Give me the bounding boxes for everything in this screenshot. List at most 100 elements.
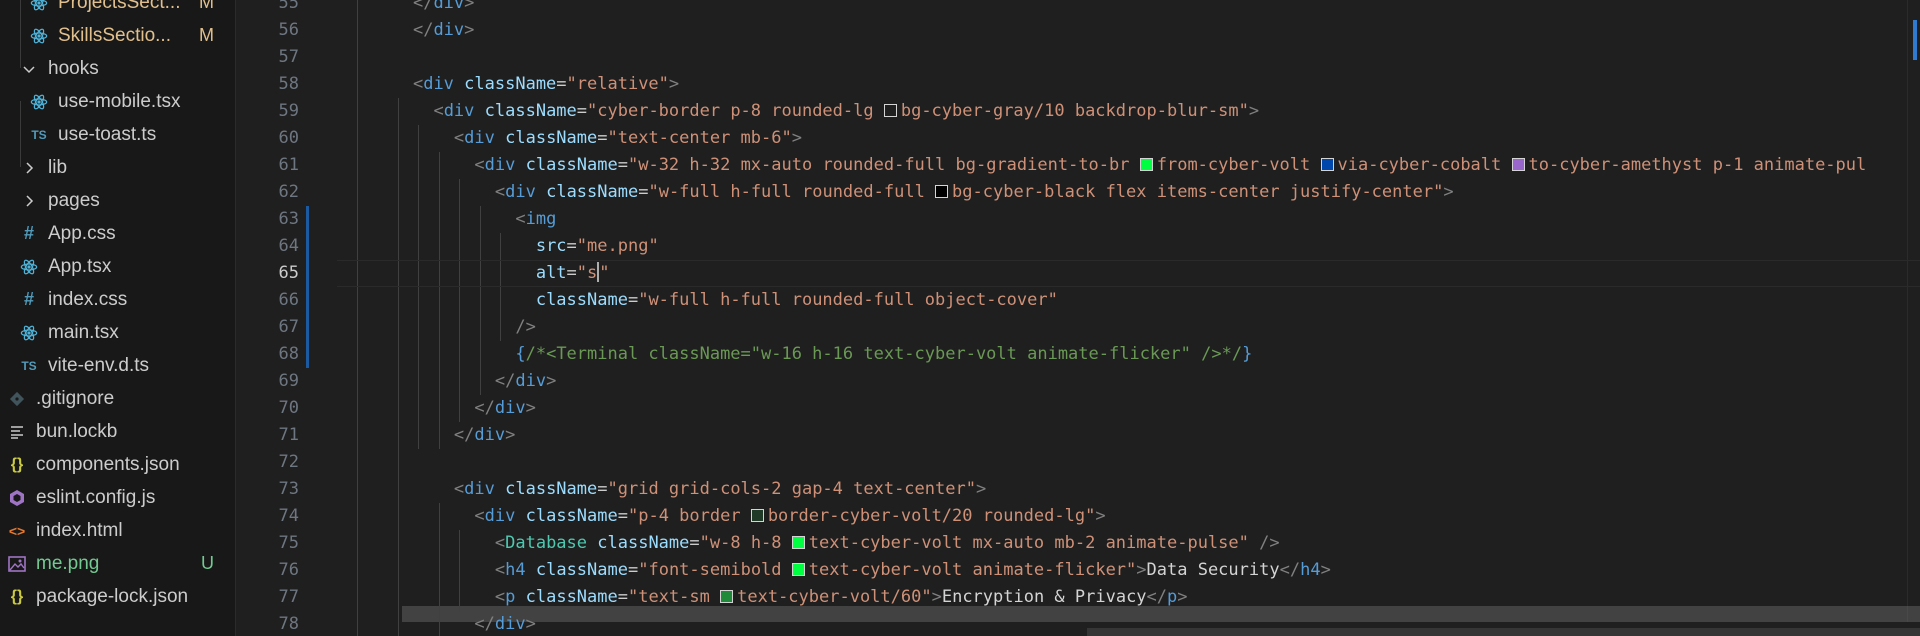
code-line[interactable]: className="w-full h-full rounded-full ob… — [536, 287, 1058, 314]
code-token: > — [975, 479, 987, 499]
chevron-right-icon — [20, 192, 38, 210]
code-line[interactable]: alt="s " — [536, 260, 610, 287]
explorer-item[interactable]: pages — [0, 184, 235, 217]
code-line[interactable]: <div className="w-full h-full rounded-fu… — [495, 179, 1454, 206]
code-token: via-cyber-cobalt — [1337, 155, 1512, 175]
code-line[interactable]: </div> — [413, 17, 474, 44]
code-token: bg-cyber-gray/10 backdrop-blur-sm" — [900, 101, 1249, 121]
chevron-right-icon — [20, 159, 38, 177]
color-swatch[interactable] — [1139, 158, 1153, 171]
code-token: className — [484, 101, 577, 121]
color-swatch[interactable] — [791, 563, 805, 576]
explorer-item[interactable]: # App.css — [0, 217, 235, 250]
line-number: 61 — [278, 155, 299, 175]
code-line[interactable]: <div className="grid grid-cols-2 gap-4 t… — [454, 476, 986, 503]
code-line[interactable]: </div> — [413, 0, 474, 17]
code-token: = — [566, 263, 577, 283]
ts-icon: TS — [21, 358, 37, 373]
code-line[interactable]: src="me.png" — [536, 233, 659, 260]
code-line[interactable]: <div className="relative"> — [413, 71, 679, 98]
line-number: 71 — [278, 425, 299, 445]
color-swatch[interactable] — [791, 536, 805, 549]
code-line[interactable]: <h4 className="font-semibold text-cyber-… — [495, 557, 1331, 584]
code-token: Database — [505, 533, 588, 553]
indent-guide — [479, 206, 481, 395]
code-token: p — [505, 587, 516, 607]
code-line[interactable]: <div className="w-32 h-32 mx-auto rounde… — [474, 152, 1866, 179]
code-editor[interactable]: 55 </div> 56 </div> 57 58 <div className="rela… — [237, 0, 1920, 636]
line-number: 78 — [278, 614, 299, 634]
explorer-item[interactable]: ProjectsSect... M — [0, 0, 235, 19]
code-token: className — [535, 290, 628, 310]
color-swatch[interactable] — [720, 590, 734, 603]
horizontal-scrollbar-thumb-secondary[interactable] — [1087, 628, 1920, 636]
code-line[interactable]: <img — [515, 206, 556, 233]
explorer-item[interactable]: App.tsx — [0, 250, 235, 283]
line-number: 67 — [278, 317, 299, 337]
code-token: h4 — [1300, 560, 1321, 580]
explorer-item[interactable]: {} components.json — [0, 448, 235, 481]
code-line[interactable]: </div> — [474, 611, 535, 636]
code-token: className — [525, 506, 618, 526]
code-line[interactable]: <div className="cyber-border p-8 rounded… — [433, 98, 1259, 125]
code-line[interactable]: </div> — [474, 395, 535, 422]
color-swatch[interactable] — [1320, 158, 1334, 171]
code-token: > — [1248, 101, 1260, 121]
explorer-item[interactable]: # index.css — [0, 283, 235, 316]
code-token: < — [494, 560, 506, 580]
code-token: = — [627, 290, 639, 310]
code-token: div — [464, 128, 495, 148]
code-token: < — [453, 128, 465, 148]
code-token: className — [546, 182, 639, 202]
explorer-item-label: me.png — [36, 552, 100, 574]
line-number: 66 — [278, 290, 299, 310]
explorer-item[interactable]: hooks — [0, 52, 235, 85]
code-token: </ — [494, 371, 516, 391]
code-token: "text-center mb-6" — [607, 128, 792, 148]
explorer-item[interactable]: {} package-lock.json — [0, 580, 235, 613]
explorer-item-label: index.css — [48, 288, 128, 310]
explorer-item[interactable]: TS use-toast.ts — [0, 118, 235, 151]
code-line[interactable]: <div className="text-center mb-6"> — [454, 125, 802, 152]
code-line[interactable]: </div> — [495, 368, 556, 395]
vertical-scrollbar[interactable] — [1907, 0, 1920, 636]
color-swatch[interactable] — [935, 185, 949, 198]
code-token: < — [494, 587, 506, 607]
code-line[interactable]: <div className="p-4 border border-cyber-… — [474, 503, 1105, 530]
code-token: border-cyber-volt/20 rounded-lg" — [767, 506, 1096, 526]
indent-guide — [459, 530, 461, 611]
explorer-item[interactable]: lib — [0, 151, 235, 184]
code-line[interactable]: /> — [515, 314, 535, 341]
code-token: "grid grid-cols-2 gap-4 text-center" — [607, 479, 976, 499]
explorer-item[interactable]: me.png U — [0, 547, 235, 580]
code-token: to-cyber-amethyst p-1 animate-pul — [1528, 155, 1867, 175]
explorer-item[interactable]: <> index.html — [0, 514, 235, 547]
indent-guide — [357, 0, 358, 636]
code-line[interactable]: <p className="text-sm text-cyber-volt/60… — [495, 584, 1188, 611]
ts-icon: TS — [31, 127, 47, 142]
code-token: > — [668, 74, 680, 94]
code-token: div — [474, 425, 506, 445]
explorer-item[interactable]: SkillsSectio... M — [0, 19, 235, 52]
code-line[interactable]: {/*<Terminal className="w-16 h-16 text-c… — [515, 341, 1252, 368]
explorer-item[interactable]: use-mobile.tsx — [0, 85, 235, 118]
explorer-item[interactable]: TS vite-env.d.ts — [0, 349, 235, 382]
color-swatch[interactable] — [883, 104, 897, 117]
code-token: text-cyber-volt/60" — [737, 587, 932, 607]
code-token: className — [505, 128, 598, 148]
git-status-badge: M — [199, 25, 214, 45]
code-line[interactable]: </div> — [454, 422, 515, 449]
color-swatch[interactable] — [1511, 158, 1525, 171]
explorer-item[interactable]: .gitignore — [0, 382, 235, 415]
eslint-icon — [8, 489, 26, 507]
explorer-item[interactable]: bun.lockb — [0, 415, 235, 448]
code-token: img — [525, 209, 557, 229]
code-token: className — [464, 74, 557, 94]
code-line[interactable]: <Database className="w-8 h-8 text-cyber-… — [495, 530, 1280, 557]
code-token: { — [515, 344, 526, 364]
explorer-item[interactable]: main.tsx — [0, 316, 235, 349]
explorer-item[interactable]: eslint.config.js — [0, 481, 235, 514]
color-swatch[interactable] — [750, 509, 764, 522]
